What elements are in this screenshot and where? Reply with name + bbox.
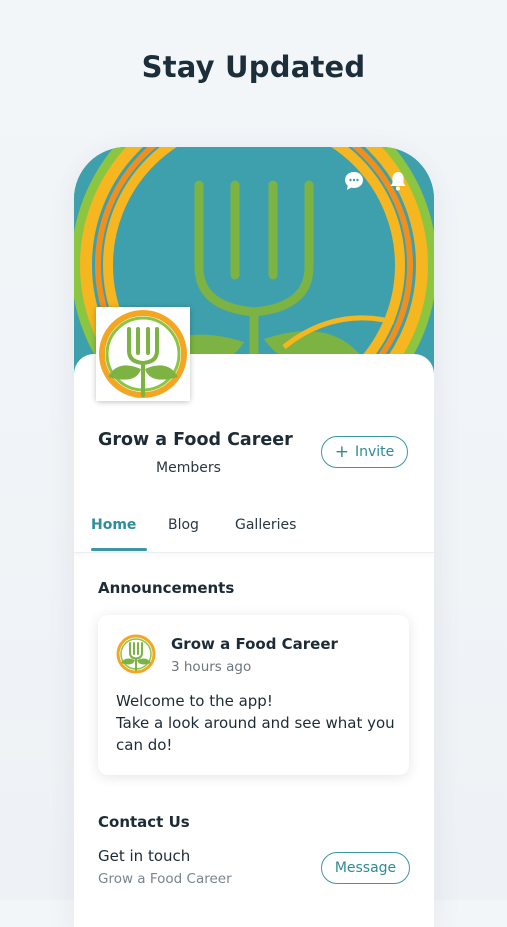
page-headline: Stay Updated: [141, 50, 366, 84]
post-body-line: Take a look around and see what you: [116, 714, 395, 732]
tab-blog[interactable]: Blog: [168, 517, 199, 533]
post-body-line: Welcome to the app!: [116, 692, 273, 710]
contact-subtitle: Grow a Food Career: [98, 871, 232, 887]
invite-button[interactable]: + Invite: [321, 436, 408, 468]
group-logo: [96, 307, 190, 401]
announcement-post[interactable]: Grow a Food Career 3 hours ago Welcome t…: [98, 615, 409, 775]
invite-label: Invite: [354, 444, 395, 460]
phone-frame: Grow a Food Career Members + Invite Home…: [74, 147, 434, 927]
post-author[interactable]: Grow a Food Career: [171, 635, 338, 653]
post-timestamp: 3 hours ago: [171, 659, 252, 675]
members-label[interactable]: Members: [156, 460, 221, 476]
chat-icon[interactable]: [342, 169, 366, 193]
contact-heading: Contact Us: [98, 813, 190, 831]
post-author-avatar: [116, 634, 156, 674]
group-name: Grow a Food Career: [98, 430, 293, 450]
message-button[interactable]: Message: [321, 852, 410, 884]
tab-galleries[interactable]: Galleries: [235, 517, 296, 533]
post-body: Welcome to the app! Take a look around a…: [116, 690, 396, 756]
plus-icon: +: [334, 441, 349, 462]
tab-home[interactable]: Home: [91, 517, 136, 533]
active-tab-indicator: [91, 548, 147, 551]
announcements-heading: Announcements: [98, 579, 235, 597]
post-body-line: can do!: [116, 736, 173, 754]
bell-icon[interactable]: [386, 169, 410, 193]
tab-bar: Home Blog Galleries: [74, 507, 434, 553]
contact-label: Get in touch: [98, 847, 191, 865]
